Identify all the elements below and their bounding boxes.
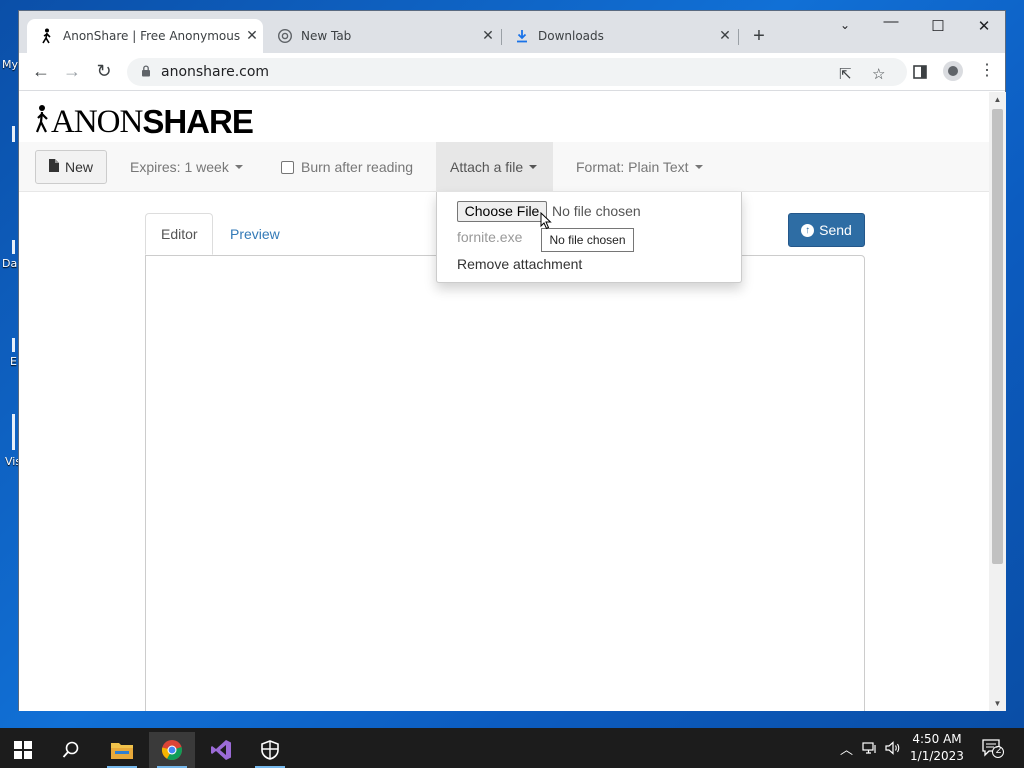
desktop-icon-label[interactable]: E — [10, 355, 17, 368]
attach-file-menu: Choose File No file chosen fornite.exe R… — [436, 192, 742, 283]
anonshare-favicon — [39, 28, 55, 44]
tray-chevron-icon[interactable]: ︿ — [840, 728, 853, 768]
reload-icon[interactable]: ↻ — [92, 61, 116, 81]
tab-editor[interactable]: Editor — [145, 213, 213, 255]
network-icon[interactable] — [862, 728, 878, 768]
burn-after-reading-label: Burn after reading — [301, 159, 414, 175]
tab-editor-label: Editor — [161, 226, 198, 242]
scroll-down-icon[interactable]: ▼ — [989, 699, 1006, 708]
clock-time: 4:50 AM — [912, 732, 962, 746]
new-tab-button[interactable]: + — [749, 26, 769, 46]
tab-preview-label: Preview — [230, 226, 280, 242]
walking-figure-icon — [35, 104, 49, 141]
menu-icon[interactable]: ⋮ — [979, 60, 995, 80]
tab-downloads[interactable]: Downloads ✕ — [502, 19, 736, 53]
no-file-chosen-text: No file chosen — [552, 203, 641, 219]
new-button-label: New — [64, 159, 93, 175]
tab-anonshare[interactable]: AnonShare | Free Anonymous Fi ✕ — [27, 19, 263, 53]
url-text: anonshare.com — [161, 64, 270, 80]
browser-window: AnonShare | Free Anonymous Fi ✕ New Tab … — [18, 10, 1006, 711]
tab-divider — [738, 29, 739, 45]
chrome-icon — [277, 29, 293, 43]
page-viewport: ANON SHARE New Expires: 1 week Burn afte… — [19, 92, 989, 711]
scrollbar-thumb[interactable] — [992, 109, 1003, 564]
attach-file-dropdown[interactable]: Attach a file — [436, 142, 553, 192]
file-icon — [48, 159, 59, 175]
share-icon[interactable]: ⇱ — [839, 65, 852, 83]
close-window-icon[interactable]: ✕ — [969, 17, 999, 35]
burn-after-reading-option[interactable]: Burn after reading — [281, 142, 413, 192]
bookmark-star-icon[interactable]: ☆ — [872, 65, 885, 83]
close-tab-icon[interactable]: ✕ — [477, 28, 499, 44]
volume-icon[interactable] — [885, 728, 901, 768]
taskbar: ︿ 4:50 AM 1/1/2023 2 — [0, 728, 1024, 768]
tab-new-tab[interactable]: New Tab ✕ — [265, 19, 499, 53]
scroll-up-icon[interactable]: ▲ — [989, 95, 1006, 104]
lock-icon[interactable] — [141, 64, 151, 80]
desktop-icon[interactable] — [12, 126, 15, 142]
notification-count: 2 — [995, 745, 1002, 756]
send-button-label: Send — [819, 222, 852, 238]
tab-title: AnonShare | Free Anonymous Fi — [63, 29, 241, 43]
format-dropdown[interactable]: Format: Plain Text — [576, 142, 703, 192]
tab-strip: AnonShare | Free Anonymous Fi ✕ New Tab … — [19, 11, 1005, 53]
logo-share-text: SHARE — [142, 103, 254, 140]
editor-textarea[interactable] — [145, 255, 865, 711]
page-scrollbar[interactable]: ▲ ▼ — [989, 92, 1006, 711]
new-button[interactable]: New — [35, 150, 107, 184]
send-button[interactable]: ↑ Send — [788, 213, 865, 247]
tab-title: Downloads — [538, 29, 604, 43]
format-label: Format: Plain Text — [576, 159, 689, 175]
burn-after-reading-checkbox[interactable] — [281, 160, 294, 174]
visual-studio-icon[interactable] — [198, 732, 244, 768]
upload-arrow-icon: ↑ — [801, 223, 815, 237]
search-icon[interactable] — [48, 732, 94, 768]
tab-title: New Tab — [301, 29, 352, 43]
notification-center-icon[interactable]: 2 — [982, 738, 1004, 758]
address-bar[interactable]: anonshare.com — [127, 58, 907, 86]
attach-file-label: Attach a file — [450, 159, 524, 175]
side-panel-icon[interactable] — [913, 65, 927, 83]
tab-preview[interactable]: Preview — [215, 213, 295, 255]
tab-search-chevron-icon[interactable]: ⌄ — [830, 18, 860, 32]
forward-icon[interactable]: → — [60, 61, 84, 81]
close-tab-icon[interactable]: ✕ — [241, 28, 263, 44]
file-input-tooltip: No file chosen — [541, 228, 634, 252]
caret-down-icon — [234, 165, 243, 169]
desktop-icon[interactable] — [12, 240, 15, 254]
profile-avatar-icon[interactable] — [943, 61, 963, 81]
site-logo[interactable]: ANON SHARE — [35, 102, 254, 142]
minimize-icon[interactable]: — — [876, 13, 906, 30]
attached-filename: fornite.exe — [457, 229, 523, 245]
mouse-cursor-icon — [540, 211, 552, 235]
start-button[interactable] — [0, 732, 46, 768]
desktop-icon[interactable] — [12, 338, 15, 352]
close-tab-icon[interactable]: ✕ — [714, 28, 736, 44]
clock-date: 1/1/2023 — [910, 749, 964, 763]
caret-down-icon — [694, 165, 703, 169]
browser-toolbar: ← → ↻ anonshare.com ⇱ ☆ — [19, 53, 1005, 91]
taskbar-clock[interactable]: 4:50 AM 1/1/2023 — [902, 731, 972, 765]
choose-file-button[interactable]: Choose File — [457, 201, 547, 222]
download-icon — [514, 29, 530, 43]
chrome-icon[interactable] — [149, 732, 195, 768]
security-icon[interactable] — [247, 732, 293, 768]
page-navbar: New Expires: 1 week Burn after reading A… — [19, 142, 989, 192]
logo-anon-text: ANON — [51, 103, 143, 140]
back-icon[interactable]: ← — [29, 61, 53, 81]
maximize-icon[interactable]: ☐ — [923, 17, 953, 35]
remove-attachment-link[interactable]: Remove attachment — [457, 256, 582, 272]
file-explorer-icon[interactable] — [99, 732, 145, 768]
desktop-icon-label[interactable]: My — [2, 58, 18, 71]
desktop-icon[interactable] — [12, 414, 15, 450]
expires-label: Expires: 1 week — [130, 159, 229, 175]
caret-down-icon — [529, 165, 538, 169]
desktop-icon-label[interactable]: Da — [2, 257, 17, 270]
expires-dropdown[interactable]: Expires: 1 week — [130, 142, 243, 192]
